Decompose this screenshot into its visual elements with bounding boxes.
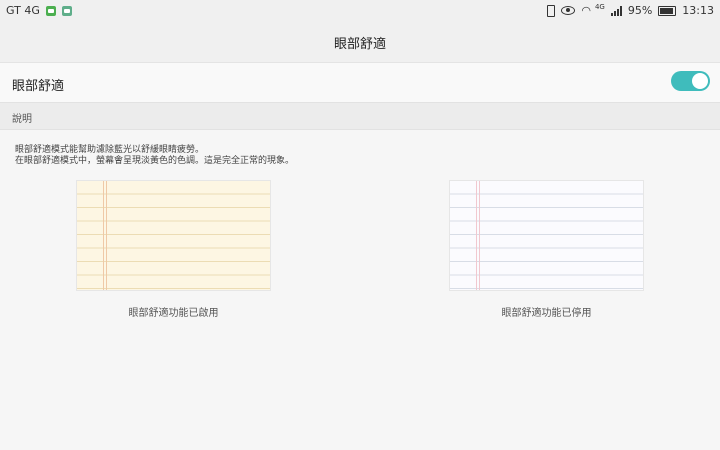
status-bar-left: GT 4G bbox=[6, 4, 78, 17]
description-section-header: 說明 bbox=[0, 102, 720, 130]
status-bar-right: ◠ 4G 95% 13:13 bbox=[541, 2, 714, 17]
section-header-label: 說明 bbox=[12, 114, 32, 125]
eye-comfort-setting-row[interactable]: 眼部舒適 bbox=[0, 62, 720, 103]
battery-icon bbox=[658, 5, 677, 16]
margin-line bbox=[106, 181, 107, 290]
toggle-knob bbox=[692, 73, 708, 89]
eye-comfort-setting-label: 眼部舒適 bbox=[12, 79, 65, 94]
description-line-1: 眼部舒適模式能幫助濾除藍光以舒緩眼睛疲勞。 bbox=[15, 145, 205, 155]
eye-comfort-toggle[interactable] bbox=[671, 71, 710, 91]
title-bar: 眼部舒適 bbox=[0, 22, 720, 62]
preview-disabled-image bbox=[449, 180, 644, 291]
preview-disabled-caption: 眼部舒適功能已停用 bbox=[501, 308, 592, 319]
preview-enabled-image bbox=[76, 180, 271, 291]
network-type-label: 4G bbox=[594, 2, 605, 11]
margin-line bbox=[479, 181, 480, 290]
margin-line bbox=[476, 181, 477, 290]
app-notification-icon bbox=[61, 5, 72, 16]
wifi-icon: ◠ bbox=[581, 4, 591, 17]
page-title: 眼部舒適 bbox=[333, 36, 386, 52]
clock: 13:13 bbox=[682, 4, 714, 17]
status-bar: GT 4G ◠ 4G 95% 13:13 bbox=[0, 0, 720, 22]
margin-line bbox=[103, 181, 104, 290]
preview-enabled-caption: 眼部舒適功能已啟用 bbox=[128, 308, 219, 319]
description-line-2: 在眼部舒適模式中，螢幕會呈現淡黃色的色調。這是完全正常的現象。 bbox=[15, 156, 295, 166]
description-text: 眼部舒適模式能幫助濾除藍光以舒緩眼睛疲勞。 在眼部舒適模式中，螢幕會呈現淡黃色的… bbox=[15, 145, 294, 167]
carrier-label: GT 4G bbox=[6, 4, 40, 17]
battery-percent: 95% bbox=[627, 4, 653, 17]
vibrate-icon bbox=[547, 4, 556, 17]
message-icon bbox=[45, 5, 56, 16]
eye-comfort-icon bbox=[561, 6, 576, 15]
signal-icon bbox=[610, 5, 622, 16]
